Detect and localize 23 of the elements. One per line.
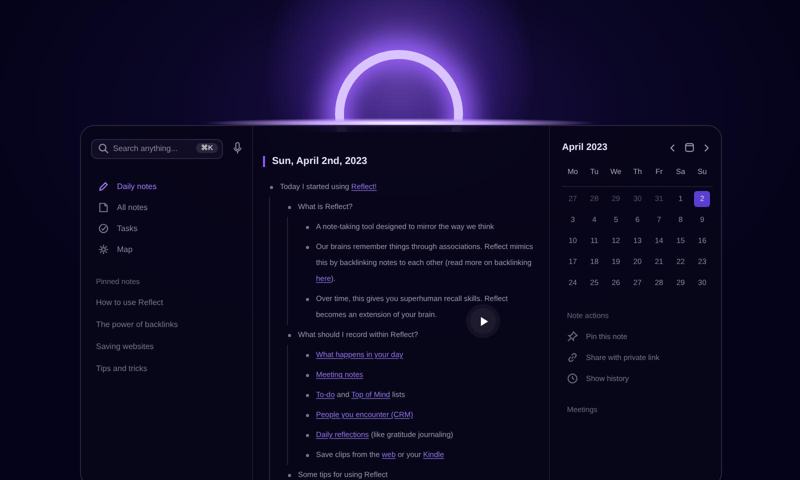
- pinned-note[interactable]: Saving websites: [91, 336, 242, 358]
- pencil-icon: [98, 180, 109, 192]
- play-icon: [480, 316, 489, 326]
- sun-icon: [98, 244, 109, 254]
- pinned-note[interactable]: Tips and tricks: [91, 358, 242, 380]
- nav-item[interactable]: All notes: [91, 199, 242, 215]
- pinned-note[interactable]: How to use Reflect: [91, 292, 242, 314]
- pin-icon: [567, 331, 578, 342]
- link-icon: [567, 352, 578, 363]
- nav-item[interactable]: Tasks: [91, 220, 242, 236]
- clock-icon: [567, 373, 578, 384]
- chevron-right-icon[interactable]: [704, 144, 709, 152]
- check-circle-icon: [98, 222, 109, 234]
- chevron-left-icon[interactable]: [670, 144, 675, 152]
- calendar-title: April 2023: [562, 142, 608, 153]
- nav-item[interactable]: Daily notes: [91, 178, 242, 194]
- microphone-icon[interactable]: [233, 142, 242, 154]
- search-icon: [98, 143, 109, 154]
- nav-item[interactable]: Map: [91, 241, 242, 257]
- document-icon: [98, 202, 109, 212]
- pinned-note[interactable]: The power of backlinks: [91, 314, 242, 336]
- note-title: Sun, April 2nd, 2023: [263, 156, 537, 167]
- calendar-icon[interactable]: [685, 143, 694, 152]
